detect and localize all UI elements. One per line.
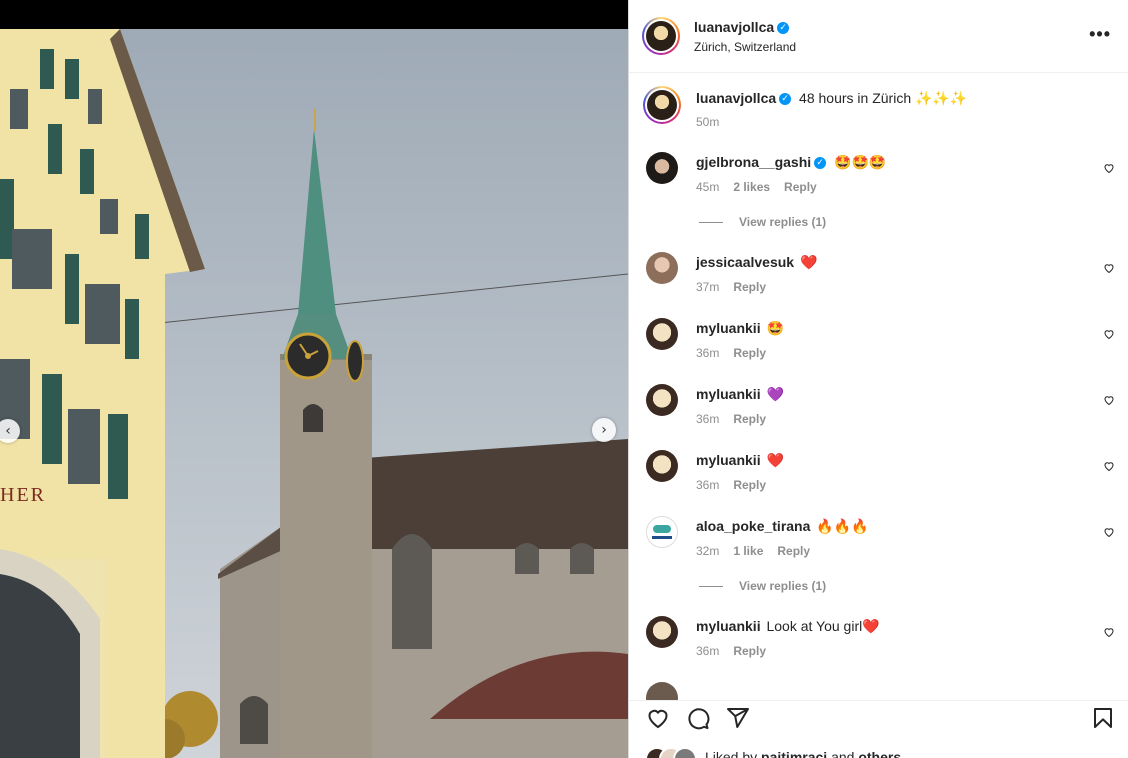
liked-by-user[interactable]: paitimraci [761, 749, 827, 758]
commenter-username[interactable]: myluankii [696, 320, 761, 336]
reply-button[interactable]: Reply [733, 412, 766, 426]
comment-text: ❤️ [799, 254, 818, 270]
commenter-username[interactable]: gjelbrona__gashi [696, 154, 811, 170]
commenter-avatar[interactable] [646, 384, 678, 416]
post-photo[interactable]: HER ‹ › [0, 29, 628, 758]
post-actions-bar: Liked by paitimraci and others [629, 700, 1128, 758]
comments-list[interactable]: luanavjollca ✓ 48 hours in Zürich ✨✨✨ 50m… [629, 72, 1128, 700]
comment-like-heart-icon[interactable] [1103, 460, 1115, 472]
comment-like-heart-icon[interactable] [1103, 526, 1115, 538]
caption-author-avatar[interactable] [643, 86, 681, 124]
chevron-left-icon: ‹ [5, 423, 11, 439]
commenter-avatar[interactable] [646, 318, 678, 350]
bookmark-icon[interactable] [1091, 706, 1115, 730]
comment-time: 45m [696, 180, 720, 194]
commenter-avatar[interactable] [646, 152, 678, 184]
comment-time: 32m [696, 544, 720, 558]
reply-button[interactable]: Reply [733, 478, 766, 492]
reply-button[interactable]: Reply [733, 644, 766, 658]
reply-button[interactable]: Reply [733, 346, 766, 360]
comment-text: 🤩 [766, 320, 784, 336]
comment-text: 💜 [766, 386, 784, 402]
commenter-username[interactable]: myluankii [696, 618, 761, 634]
comment-time: 36m [696, 412, 720, 426]
comment-like-heart-icon[interactable] [1103, 262, 1115, 274]
commenter-username[interactable]: myluankii [696, 452, 761, 468]
commenter-username[interactable]: jessicaalvesuk [696, 254, 794, 270]
commenter-avatar[interactable] [646, 252, 678, 284]
send-icon[interactable] [726, 706, 750, 730]
comment-text: 🤩🤩🤩 [834, 154, 887, 170]
commenter-avatar[interactable] [646, 616, 678, 648]
reply-button[interactable]: Reply [777, 544, 810, 558]
author-username[interactable]: luanavjollca [694, 19, 774, 35]
comment-like-heart-icon[interactable] [1103, 626, 1115, 638]
more-options-icon[interactable]: ••• [1089, 24, 1111, 45]
post-header: luanavjollca ✓ Zürich, Switzerland ••• [629, 0, 1128, 73]
comment-text: 🔥🔥🔥 [816, 518, 869, 534]
verified-badge-icon: ✓ [779, 93, 792, 106]
liker-avatar [673, 747, 697, 758]
comment-icon[interactable] [686, 706, 710, 730]
top-bar [0, 0, 628, 29]
comment-time: 36m [696, 346, 720, 360]
author-avatar[interactable] [642, 17, 680, 55]
liked-by-others[interactable]: others [858, 749, 901, 758]
comment-like-heart-icon[interactable] [1103, 162, 1115, 174]
next-photo-button[interactable]: › [592, 418, 616, 442]
caption-text: 48 hours in Zürich ✨✨✨ [799, 90, 968, 106]
caption-author-username[interactable]: luanavjollca [696, 90, 776, 106]
commenter-username[interactable]: aloa_poke_tirana [696, 518, 810, 534]
comment-text: ❤️ [766, 452, 784, 468]
verified-badge-icon: ✓ [777, 21, 790, 34]
comment-time: 36m [696, 478, 720, 492]
commenter-username[interactable]: myluankii [696, 386, 761, 402]
comment-time: 37m [696, 280, 720, 294]
caption-time: 50m [696, 115, 720, 129]
liked-by-text: Liked by paitimraci and others [705, 749, 901, 758]
reply-button[interactable]: Reply [784, 180, 817, 194]
commenter-avatar[interactable] [646, 516, 678, 548]
reply-button[interactable]: Reply [733, 280, 766, 294]
heart-icon[interactable] [646, 706, 670, 730]
comment-like-heart-icon[interactable] [1103, 394, 1115, 406]
chevron-right-icon: › [601, 422, 607, 438]
commenter-avatar[interactable] [646, 682, 678, 700]
comment-time: 36m [696, 644, 720, 658]
comment-like-heart-icon[interactable] [1103, 328, 1115, 340]
view-replies-button[interactable]: View replies (1) [699, 579, 826, 593]
post-location[interactable]: Zürich, Switzerland [694, 40, 796, 54]
building-signage: HER [0, 484, 46, 506]
view-replies-button[interactable]: View replies (1) [699, 215, 826, 229]
comment-likes[interactable]: 1 like [733, 544, 763, 558]
comment-text: Look at You girl❤️ [766, 618, 880, 634]
commenter-avatar[interactable] [646, 450, 678, 482]
post-side-panel: luanavjollca ✓ Zürich, Switzerland ••• lu… [628, 0, 1128, 758]
verified-badge-icon: ✓ [814, 157, 827, 170]
post-image-church: HER [0, 29, 628, 758]
comment-likes[interactable]: 2 likes [733, 180, 770, 194]
